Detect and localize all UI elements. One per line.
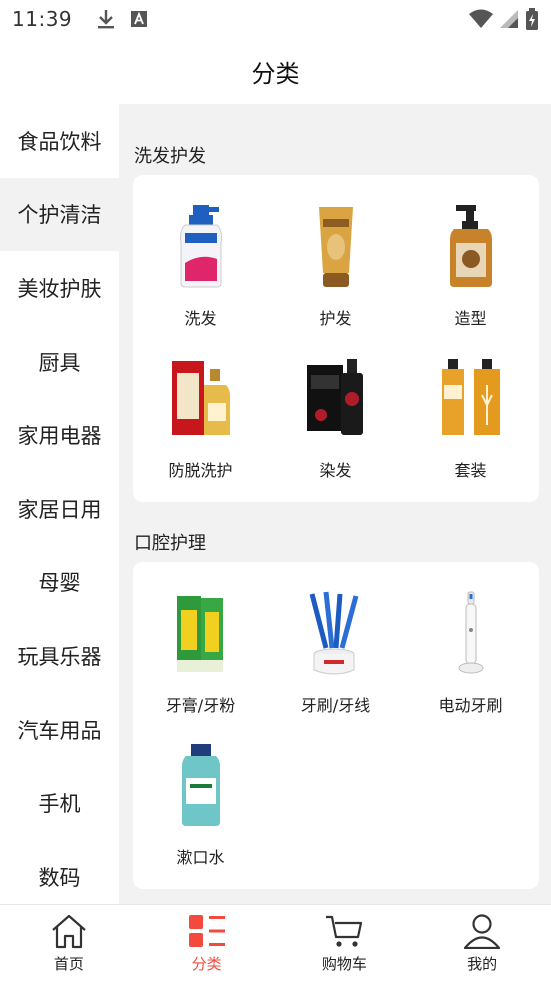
sidebar-item-food-drinks[interactable]: 食品饮料	[0, 104, 119, 178]
grid-item-shampoo[interactable]: 洗发	[133, 201, 268, 329]
section-title-hair-care: 洗发护发	[134, 146, 206, 167]
grid-item-label: 造型	[454, 309, 487, 328]
sidebar-item-toys-instruments[interactable]: 玩具乐器	[0, 619, 119, 693]
grid-item-label: 牙膏/牙粉	[165, 696, 236, 715]
grid-item-label: 牙刷/牙线	[300, 696, 371, 715]
shampoo-icon	[161, 201, 241, 291]
grid-item-label: 洗发	[184, 309, 217, 328]
toothpaste-icon	[161, 588, 241, 678]
grid-item-conditioner[interactable]: 护发	[268, 201, 403, 329]
sidebar-item-kitchenware[interactable]: 厨具	[0, 325, 119, 399]
cart-icon	[326, 915, 363, 947]
nav-label: 首页	[53, 954, 84, 973]
section-title-oral-care: 口腔护理	[134, 533, 206, 554]
toothbrush-icon	[296, 588, 376, 678]
grid-item-label: 染发	[319, 461, 352, 480]
sidebar-item-car-accessories[interactable]: 汽车用品	[0, 693, 119, 767]
electric-toothbrush-icon	[431, 588, 511, 678]
section-card-oral-care: 牙膏/牙粉 牙刷/牙线 电动牙刷 漱口水	[133, 562, 539, 889]
grid-item-hair-dye[interactable]: 染发	[268, 353, 403, 481]
download-icon	[98, 10, 115, 29]
sidebar-item-personal-care[interactable]: 个护清洁	[0, 177, 119, 252]
grid-item-label: 防脱洗护	[168, 461, 233, 480]
category-sidebar: 食品饮料 个护清洁 美妆护肤 厨具 家用电器 家居日用 母婴 玩具乐器 汽车用品…	[0, 104, 119, 904]
nav-cart[interactable]: 购物车	[276, 905, 414, 981]
category-content: 洗发护发 洗发 护发 造型 防脱洗护 染发 套装 口腔护理 牙膏/牙粉 牙刷/牙…	[119, 104, 551, 904]
battery-charging-icon	[526, 8, 538, 30]
sidebar-item-appliances[interactable]: 家用电器	[0, 398, 119, 472]
profile-icon	[464, 913, 501, 949]
sidebar-item-phones[interactable]: 手机	[0, 766, 119, 840]
wifi-icon	[469, 9, 493, 28]
nav-profile[interactable]: 我的	[413, 905, 551, 981]
section-card-hair-care: 洗发 护发 造型 防脱洗护 染发 套装	[133, 175, 539, 502]
sidebar-item-beauty[interactable]: 美妆护肤	[0, 251, 119, 325]
grid-item-toothbrush[interactable]: 牙刷/牙线	[268, 588, 403, 716]
signal-icon	[500, 10, 518, 28]
grid-item-label: 电动牙刷	[438, 696, 503, 715]
home-icon	[52, 914, 86, 948]
sidebar-item-home-goods[interactable]: 家居日用	[0, 472, 119, 546]
nav-label: 我的	[467, 954, 498, 973]
category-icon	[188, 914, 225, 947]
grid-item-toothpaste[interactable]: 牙膏/牙粉	[133, 588, 268, 716]
grid-item-anti-hair-loss[interactable]: 防脱洗护	[133, 353, 268, 481]
app-bar: 分类	[0, 38, 551, 104]
hair-care-set-icon	[431, 353, 511, 443]
grid-item-hair-set[interactable]: 套装	[403, 353, 538, 481]
nav-category[interactable]: 分类	[138, 905, 276, 981]
nav-label: 分类	[191, 954, 222, 973]
grid-item-electric-toothbrush[interactable]: 电动牙刷	[403, 588, 538, 716]
grid-item-label: 套装	[454, 461, 487, 480]
status-bar: 11:39	[0, 0, 551, 38]
status-time: 11:39	[12, 7, 73, 31]
hair-dye-icon	[296, 353, 376, 443]
mouthwash-icon	[161, 740, 241, 830]
anti-hair-loss-set-icon	[161, 353, 241, 443]
keyboard-a-icon	[131, 11, 148, 27]
nav-label: 购物车	[321, 954, 367, 973]
sidebar-item-mother-baby[interactable]: 母婴	[0, 546, 119, 620]
conditioner-tube-icon	[296, 201, 376, 291]
nav-home[interactable]: 首页	[0, 905, 138, 981]
page-title: 分类	[251, 59, 300, 88]
bottom-nav: 首页 分类 购物车 我的	[0, 904, 551, 981]
grid-item-label: 护发	[319, 309, 352, 328]
grid-item-styling[interactable]: 造型	[403, 201, 538, 329]
styling-pump-bottle-icon	[431, 201, 511, 291]
sidebar-item-digital[interactable]: 数码	[0, 840, 119, 904]
grid-item-mouthwash[interactable]: 漱口水	[133, 740, 268, 868]
grid-item-label: 漱口水	[176, 848, 225, 867]
